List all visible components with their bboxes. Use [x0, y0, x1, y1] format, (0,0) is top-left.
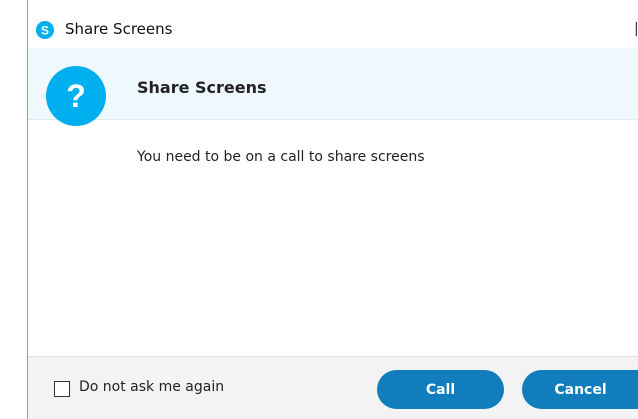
- svg-text:S: S: [41, 24, 49, 38]
- close-icon[interactable]: |: [634, 21, 638, 37]
- cancel-button[interactable]: Cancel: [522, 370, 638, 409]
- call-button[interactable]: Call: [377, 370, 504, 409]
- window-title: Share Screens: [65, 20, 173, 38]
- do-not-ask-checkbox[interactable]: [54, 381, 70, 397]
- do-not-ask-label[interactable]: Do not ask me again: [79, 379, 224, 395]
- dialog-header: [28, 48, 638, 120]
- title-bar[interactable]: S Share Screens |: [28, 0, 638, 48]
- skype-icon: S: [36, 21, 54, 39]
- share-screens-dialog: S Share Screens | ? Share Screens You ne…: [27, 0, 638, 419]
- question-icon: ?: [46, 66, 106, 126]
- svg-text:?: ?: [66, 78, 86, 114]
- dialog-message: You need to be on a call to share screen…: [137, 149, 425, 165]
- dialog-heading: Share Screens: [137, 78, 267, 97]
